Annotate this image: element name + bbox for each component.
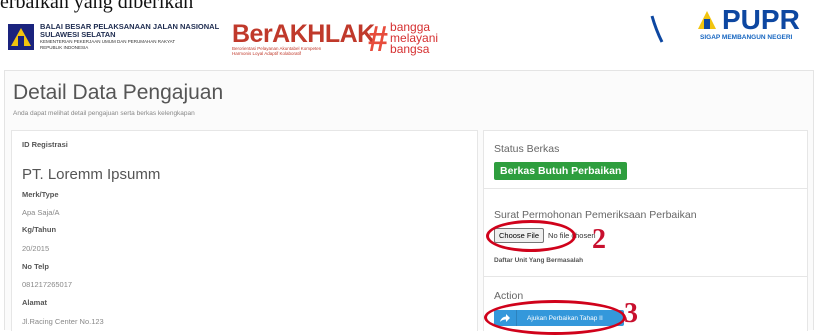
institution-name: BALAI BESAR PELAKSANAAN JALAN NASIONAL S… — [40, 23, 219, 50]
pupr-word: PUPR — [722, 4, 800, 35]
alamat-value: Jl.Racing Center No.123 — [22, 317, 104, 326]
divider — [484, 276, 807, 277]
id-registrasi-label: ID Registrasi — [22, 140, 68, 149]
annotation-circle-2 — [486, 220, 576, 252]
company-name: PT. Loremm Ipsumm — [22, 166, 161, 183]
divider — [484, 188, 807, 189]
swoosh-icon — [650, 15, 664, 43]
berakhlak-word: BerAKHLAK — [232, 20, 375, 48]
bangga-melayani-logo: # bangga melayani bangsa — [368, 17, 438, 59]
page-title: Detail Data Pengajuan — [13, 81, 224, 104]
annotation-circle-3 — [484, 300, 626, 335]
status-badge: Berkas Butuh Perbaikan — [494, 162, 628, 180]
institution-line4: REPUBLIK INDONESIA — [40, 44, 89, 50]
status-heading: Status Berkas — [494, 143, 560, 155]
bangga-line3: bangsa — [390, 42, 430, 56]
action-heading: Action — [494, 290, 524, 302]
no-telp-label: No Telp — [22, 262, 49, 271]
no-telp-value: 081217265017 — [22, 280, 73, 289]
pupr-tagline: SIGAP MEMBANGUN NEGERI — [700, 34, 793, 41]
annotation-step-3: 3 — [624, 298, 638, 329]
header-banner: BALAI BESAR PELAKSANAAN JALAN NASIONAL S… — [0, 0, 816, 60]
merk-type-label: Merk/Type — [22, 190, 59, 199]
berakhlak-sub2: Harmonis Loyal Adaptif Kolaboratif — [232, 51, 302, 56]
kg-tahun-label: Kg/Tahun — [22, 225, 57, 234]
page-subtitle: Anda dapat melihat detail pengajuan sert… — [13, 110, 195, 117]
pupr-mark-icon — [698, 11, 716, 29]
annotation-step-2: 2 — [592, 224, 606, 255]
hash-icon: # — [368, 17, 389, 59]
daftar-unit-label: Daftar Unit Yang Bermasalah — [494, 257, 584, 264]
detail-card: Detail Data Pengajuan Anda dapat melihat… — [4, 70, 814, 331]
pu-logo-icon — [8, 24, 34, 50]
berakhlak-logo: BerAKHLAK Berorientasi Pelayanan Akuntab… — [232, 20, 375, 57]
kg-tahun-value: 20/2015 — [22, 244, 50, 253]
detail-panel: ID Registrasi PT. Loremm Ipsumm Merk/Typ… — [11, 130, 478, 331]
pupr-logo: PUPR SIGAP MEMBANGUN NEGERI — [696, 6, 800, 41]
institution-line2: SULAWESI SELATAN — [40, 30, 116, 39]
alamat-label: Alamat — [22, 298, 48, 307]
merk-type-value: Apa Saja/A — [22, 208, 60, 217]
